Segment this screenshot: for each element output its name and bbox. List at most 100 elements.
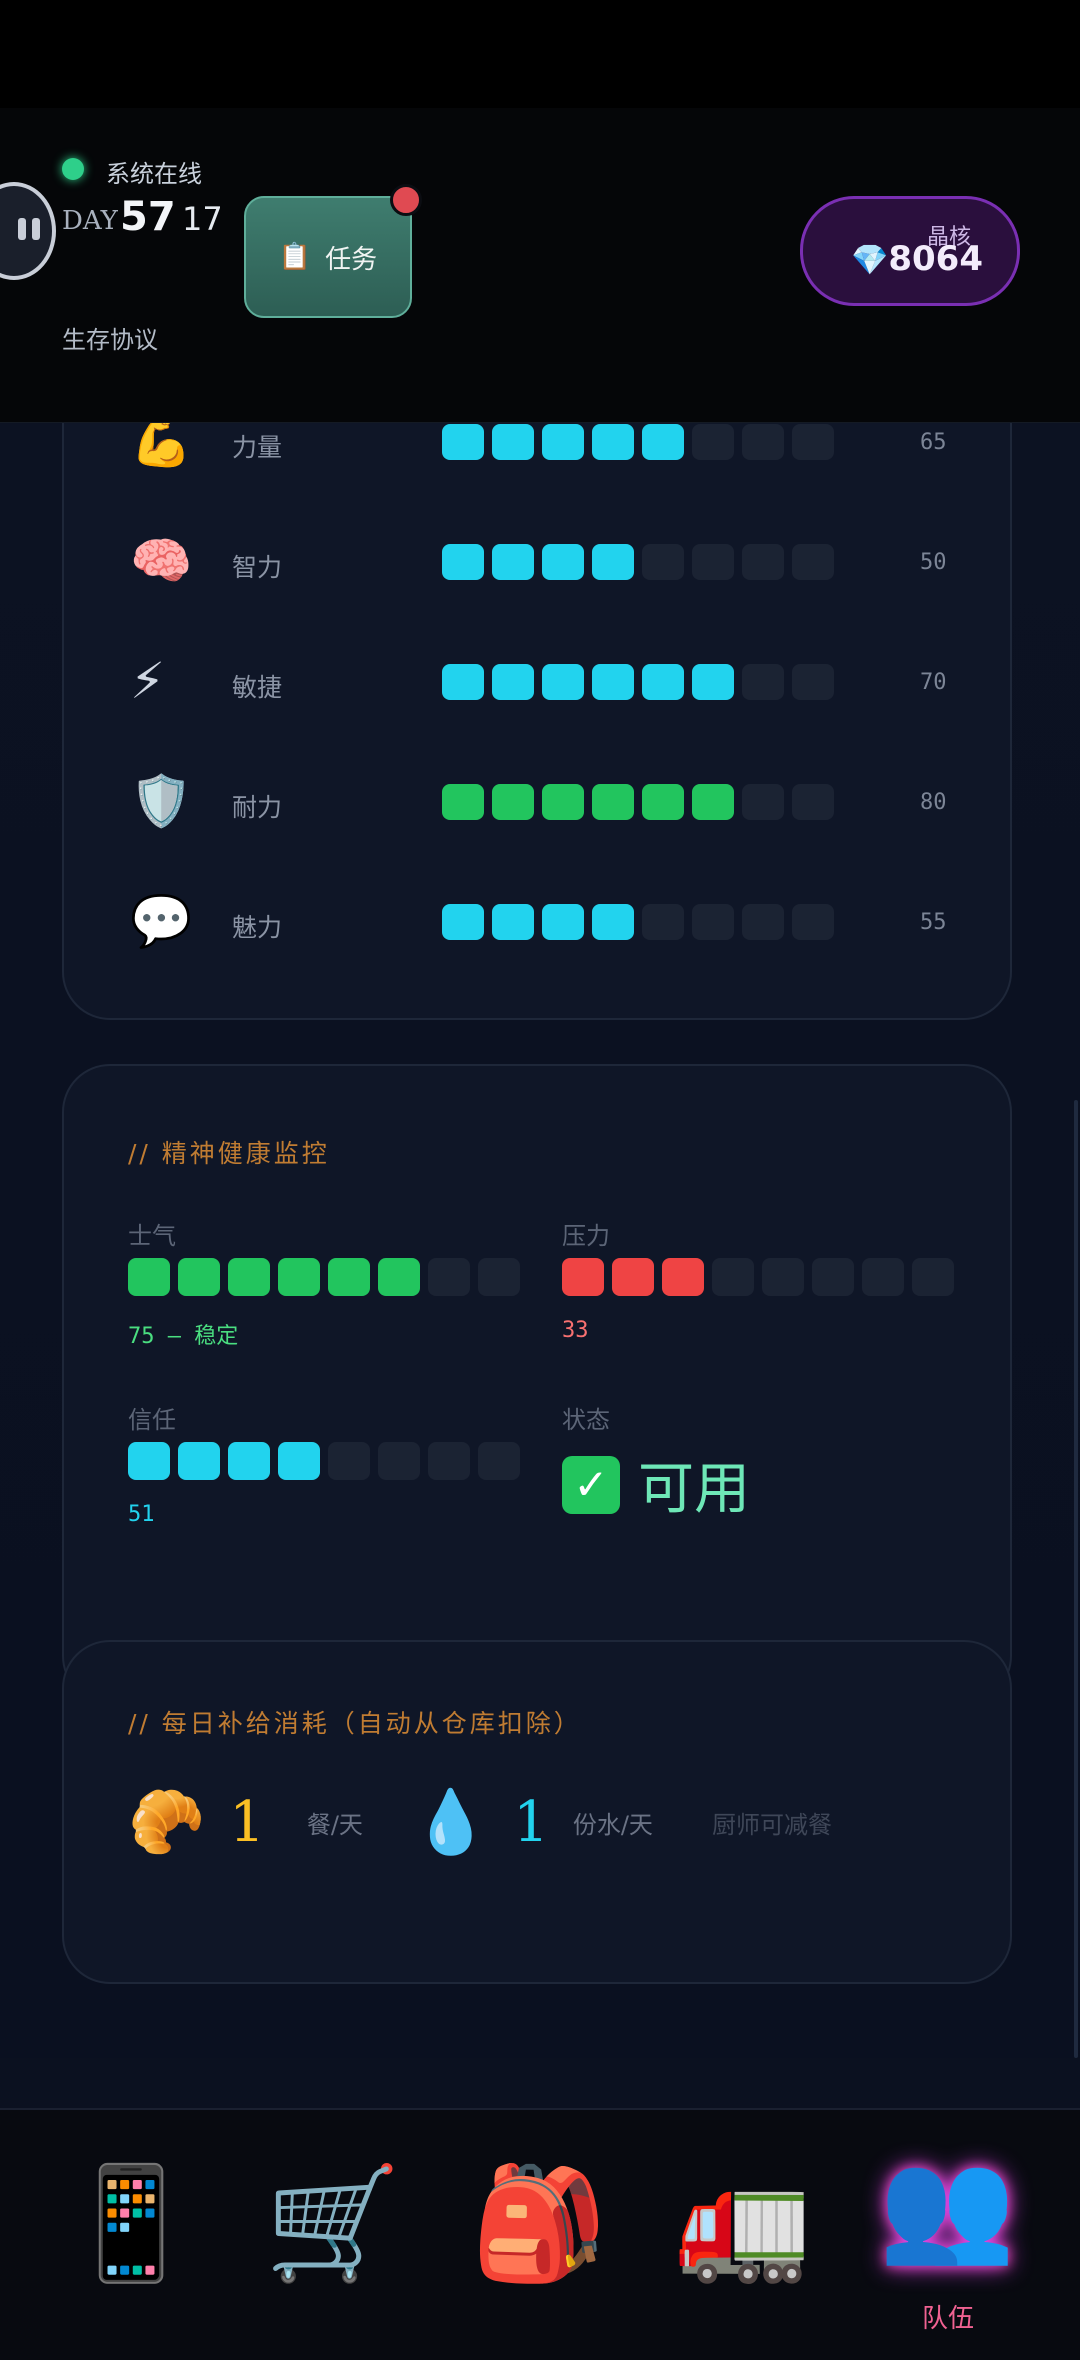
bar-segment [428, 1442, 470, 1480]
bar-segment [492, 664, 534, 700]
bar-segment [442, 904, 484, 940]
stat-name: 耐力 [232, 793, 283, 822]
stat-row: 💬 魅力 55 [64, 882, 1010, 962]
morale-label: 士气 [128, 1222, 176, 1250]
gem-icon: 💎 [851, 243, 889, 278]
bar-segment [742, 544, 784, 580]
morale-value: 75 — 稳定 [128, 1324, 239, 1349]
water-unit: 份水/天 [572, 1810, 653, 1839]
nav-team[interactable]: 👥 [872, 2140, 1022, 2270]
phone-icon: 📱 [62, 2159, 200, 2287]
nav-phone[interactable]: 📱 [56, 2158, 206, 2288]
bar-segment [692, 664, 734, 700]
stat-bar [442, 784, 834, 820]
top-header: 系统在线 DAY 57 17 生存协议 📋 任务 晶核 💎8064 [0, 108, 1080, 423]
bar-segment [812, 1258, 854, 1296]
bar-segment [742, 904, 784, 940]
bar-segment [762, 1258, 804, 1296]
bar-segment [492, 544, 534, 580]
stat-bar [442, 544, 834, 580]
bar-segment [912, 1258, 954, 1296]
bar-segment [278, 1258, 320, 1296]
bar-segment [862, 1258, 904, 1296]
bar-segment [542, 544, 584, 580]
bar-segment [178, 1258, 220, 1296]
daily-supply-card: // 每日补给消耗（自动从仓库扣除） 🥐 1 餐/天 💧 1 份水/天 厨师可减… [62, 1640, 1012, 1984]
stat-icon: ⚡ [130, 652, 166, 710]
bar-segment [542, 664, 584, 700]
bar-segment [542, 424, 584, 460]
stat-value: 80 [920, 790, 947, 815]
bar-segment [542, 784, 584, 820]
bar-segment [642, 544, 684, 580]
stat-icon: 🛡️ [130, 772, 193, 830]
bar-segment [792, 424, 834, 460]
stat-name: 魅力 [232, 913, 283, 942]
bar-segment [492, 904, 534, 940]
checkmark-icon: ✓ [562, 1455, 620, 1514]
bar-segment [442, 544, 484, 580]
attributes-card: 💪 力量 65 🧠 智力 50 ⚡ 敏捷 70 🛡️ 耐力 80 💬 魅力 55 [62, 318, 1012, 1020]
water-drop-icon: 💧 [412, 1785, 490, 1858]
bar-segment [278, 1442, 320, 1480]
clipboard-icon: 📋 [278, 242, 312, 272]
pressure-value: 33 [562, 1318, 589, 1343]
survival-protocol-label: 生存协议 [62, 326, 158, 354]
cart-icon: 🛒 [264, 2159, 402, 2287]
stat-value: 65 [920, 430, 947, 455]
team-icon: 👥 [878, 2141, 1016, 2269]
status-label: 状态 [562, 1406, 610, 1434]
bar-segment [428, 1258, 470, 1296]
mental-health-title: // 精神健康监控 [128, 1139, 330, 1168]
task-button[interactable]: 📋 任务 [244, 196, 412, 318]
day-label: DAY [62, 206, 118, 236]
nav-backpack[interactable]: 🎒 [464, 2158, 614, 2288]
bar-segment [492, 784, 534, 820]
stat-icon: 🧠 [130, 532, 193, 590]
crystal-value: 💎8064 [851, 239, 983, 279]
scrollbar[interactable] [1074, 1100, 1078, 2058]
bar-segment [178, 1442, 220, 1480]
stat-row: ⚡ 敏捷 70 [64, 642, 1010, 722]
food-count: 1 [229, 1789, 265, 1855]
bar-segment [592, 904, 634, 940]
bar-segment [642, 664, 684, 700]
nav-team-label: 队伍 [921, 2304, 974, 2334]
stat-bar [442, 424, 834, 460]
online-status-dot [62, 158, 84, 180]
pressure-bar [562, 1258, 954, 1296]
food-supply: 🥐 1 餐/天 [128, 1782, 363, 1862]
bar-segment [692, 904, 734, 940]
stat-value: 50 [920, 550, 947, 575]
bar-segment [592, 424, 634, 460]
bar-segment [442, 664, 484, 700]
trust-value: 51 [128, 1502, 155, 1527]
nav-truck[interactable]: 🚛 [668, 2158, 818, 2288]
avatar-eye-icon [18, 218, 26, 240]
stat-bar [442, 904, 834, 940]
trust-bar [128, 1442, 520, 1480]
day-number: 57 [120, 194, 176, 240]
bar-segment [742, 784, 784, 820]
stat-row: 🛡️ 耐力 80 [64, 762, 1010, 842]
bar-segment [328, 1442, 370, 1480]
bar-segment [742, 664, 784, 700]
task-label: 任务 [325, 244, 378, 275]
online-status-text: 系统在线 [106, 160, 202, 188]
stat-bar [442, 664, 834, 700]
bar-segment [712, 1258, 754, 1296]
water-supply: 💧 1 份水/天 [412, 1782, 653, 1862]
bar-segment [478, 1258, 520, 1296]
bar-segment [378, 1442, 420, 1480]
crystal-balance[interactable]: 晶核 💎8064 [800, 196, 1020, 306]
nav-shop[interactable]: 🛒 [258, 2158, 408, 2288]
croissant-icon: 🥐 [128, 1785, 206, 1858]
bar-segment [442, 424, 484, 460]
bar-segment [562, 1258, 604, 1296]
bar-segment [128, 1442, 170, 1480]
bar-segment [542, 904, 584, 940]
bar-segment [692, 784, 734, 820]
bar-segment [592, 544, 634, 580]
avatar[interactable] [0, 182, 56, 280]
stat-name: 智力 [232, 553, 283, 582]
